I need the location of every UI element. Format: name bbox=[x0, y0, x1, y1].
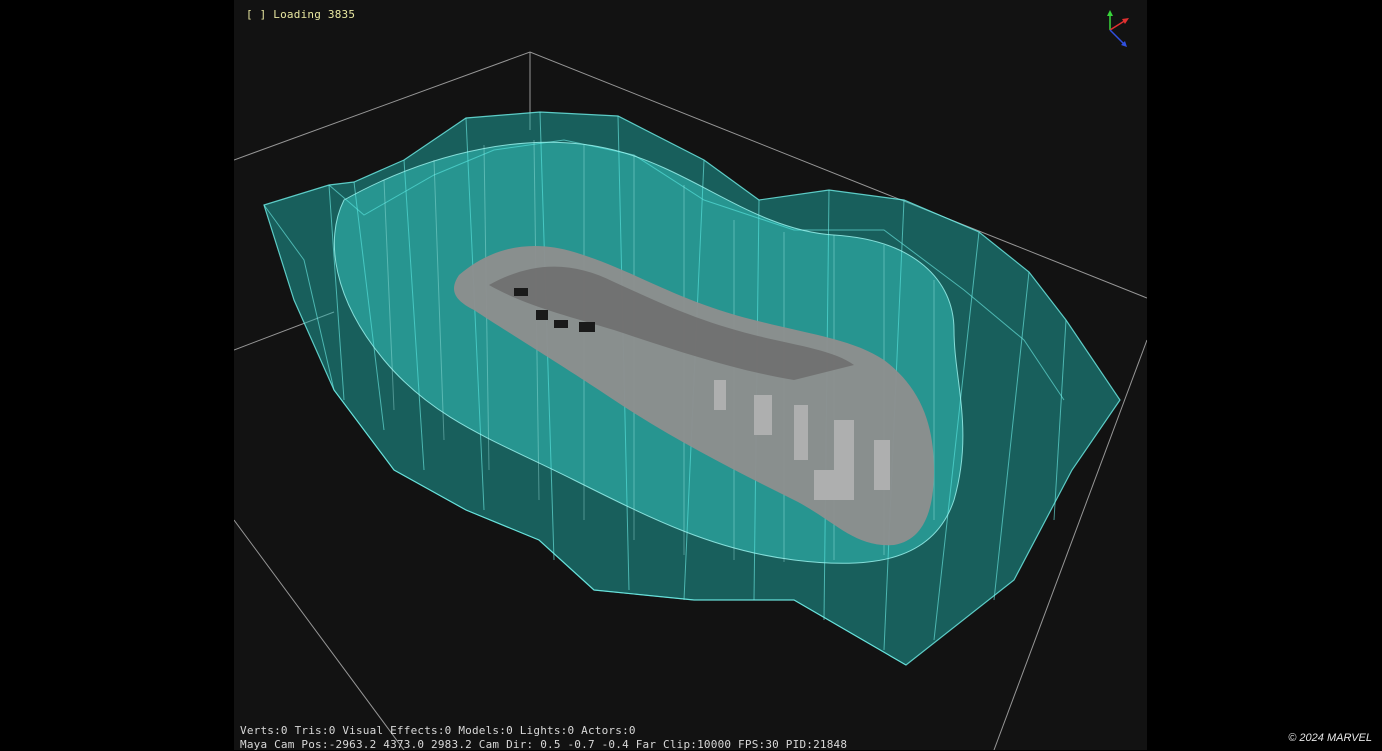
scene-canvas[interactable] bbox=[234, 0, 1147, 750]
loading-status: [ ] Loading 3835 bbox=[246, 8, 356, 21]
scene-stats: Verts:0 Tris:0 Visual Effects:0 Models:0… bbox=[240, 724, 636, 737]
scene-render bbox=[234, 51, 1147, 750]
3d-viewport[interactable]: [ ] Loading 3835 Verts:0 Tris:0 Visual E… bbox=[0, 0, 1382, 751]
camera-info: Maya Cam Pos:-2963.2 4373.0 2983.2 Cam D… bbox=[240, 738, 848, 751]
axis-gizmo-icon bbox=[1100, 8, 1140, 52]
copyright-notice: © 2024 MARVEL bbox=[1288, 732, 1372, 744]
